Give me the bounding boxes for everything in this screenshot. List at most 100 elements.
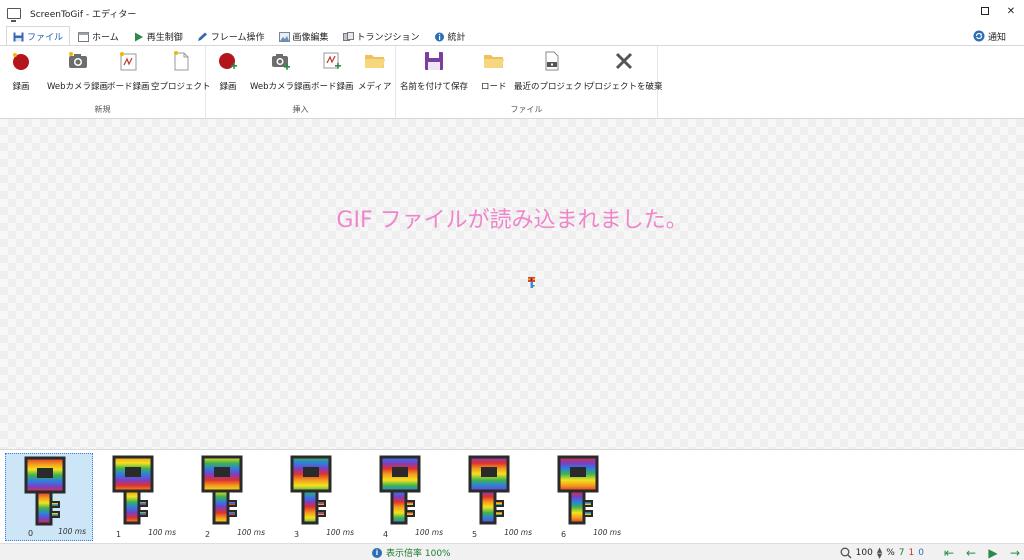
image-icon <box>278 31 290 42</box>
app-monitor-icon <box>7 7 21 22</box>
play-icon[interactable]: ▶ <box>984 546 1002 560</box>
frame-item[interactable]: 4 100 ms <box>361 453 449 541</box>
tab-playback[interactable]: 再生制御 <box>127 27 189 46</box>
tab-home[interactable]: ホーム <box>72 27 125 46</box>
group-new-label: 新規 <box>94 105 111 114</box>
recent-project-icon <box>545 51 559 71</box>
window-title: ScreenToGif - エディター <box>30 9 137 20</box>
selected-count: 1 <box>908 547 915 558</box>
key-thumbnail-icon <box>112 455 154 525</box>
insert-board-button[interactable]: ボード録画 <box>311 50 354 92</box>
key-thumbnail-icon <box>201 455 243 525</box>
frame-item[interactable]: 0 100 ms <box>5 453 93 541</box>
insert-webcam-button[interactable]: Webカメラ録画 <box>250 50 311 92</box>
tab-statistics[interactable]: 統計 <box>428 27 472 46</box>
new-board-label: ボード録画 <box>107 82 150 92</box>
frame-count: 7 <box>898 547 905 558</box>
group-file: 名前を付けて保存 ロード 最近のプロジェクト プロジェクトを破棄 ファイル <box>396 46 663 118</box>
new-webcam-button[interactable]: Webカメラ録画 <box>47 50 108 92</box>
recent-projects-button[interactable]: 最近のプロジェクト <box>514 50 591 92</box>
camera-plus-icon <box>271 54 290 70</box>
frame-item[interactable]: 6 100 ms <box>539 453 627 541</box>
tab-frames-label: フレーム操作 <box>210 33 265 43</box>
tab-file[interactable]: ファイル <box>6 26 71 46</box>
zoom-status: i 表示倍率 100% <box>372 546 451 559</box>
new-recording-button[interactable]: 録画 <box>10 50 32 92</box>
load-button[interactable]: ロード <box>481 50 507 92</box>
preview-canvas[interactable]: GIF ファイルが読み込まれました。 <box>0 119 1024 449</box>
next-frame-icon[interactable]: → <box>1006 546 1024 560</box>
window-icon <box>78 31 90 42</box>
ribbon-tabs: ファイル ホーム 再生制御 フレーム操作 画像編集 トランジション 統計 通知 <box>0 26 1024 46</box>
frame-number: 2 <box>205 530 211 539</box>
new-webcam-label: Webカメラ録画 <box>47 82 109 92</box>
maximize-icon <box>981 7 989 15</box>
frame-duration: 100 ms <box>504 528 532 537</box>
new-board-button[interactable]: ボード録画 <box>107 50 150 92</box>
preview-key-icon <box>528 277 535 288</box>
frame-number: 4 <box>383 530 389 539</box>
magnifier-icon <box>840 547 852 559</box>
frame-duration: 100 ms <box>326 528 354 537</box>
frame-duration: 100 ms <box>237 528 265 537</box>
insert-webcam-label: Webカメラ録画 <box>250 82 312 92</box>
insert-media-button[interactable]: メディア <box>358 50 391 92</box>
record-icon <box>13 53 29 70</box>
group-insert-label: 挿入 <box>292 105 309 114</box>
frame-item[interactable]: 5 100 ms <box>450 453 538 541</box>
frame-number: 6 <box>561 530 567 539</box>
group-insert: 録画 Webカメラ録画 ボード録画 メディア 挿入 <box>206 46 396 118</box>
selected-index: 0 <box>918 547 924 558</box>
frame-item[interactable]: 1 100 ms <box>94 453 182 541</box>
tab-statistics-label: 統計 <box>447 33 466 43</box>
frame-item[interactable]: 3 100 ms <box>272 453 360 541</box>
key-thumbnail-icon <box>379 455 421 525</box>
insert-recording-label: 録画 <box>219 82 237 92</box>
first-frame-icon[interactable]: ⇤ <box>940 546 958 560</box>
frame-strip: 0 100 ms 1 100 ms 2 100 ms 3 100 ms 4 10… <box>0 449 1024 543</box>
close-x-icon <box>616 52 633 70</box>
blank-page-icon <box>173 51 189 71</box>
play-icon <box>134 32 143 41</box>
status-right-controls: 100 ▲ ▼ % 7 1 0 ⇤ ← ▶ → <box>840 545 1024 560</box>
tab-frames[interactable]: フレーム操作 <box>191 27 271 46</box>
notifications-button[interactable]: 通知 <box>973 30 1006 43</box>
tab-image[interactable]: 画像編集 <box>273 27 335 46</box>
frame-number: 3 <box>294 530 300 539</box>
frame-number: 0 <box>28 529 34 538</box>
window-controls: ✕ <box>972 0 1024 22</box>
frame-number: 5 <box>472 530 478 539</box>
transition-icon <box>342 31 354 41</box>
save-as-button[interactable]: 名前を付けて保存 <box>400 50 468 92</box>
insert-recording-button[interactable]: 録画 <box>217 50 239 92</box>
tab-file-label: ファイル <box>27 33 64 43</box>
new-empty-project-label: 空プロジェクト <box>151 82 211 92</box>
previous-frame-icon[interactable]: ← <box>962 546 980 560</box>
floppy-disk-icon <box>13 32 24 41</box>
info-icon: i <box>372 547 382 558</box>
key-thumbnail-icon <box>24 456 66 526</box>
key-thumbnail-icon <box>468 455 510 525</box>
key-thumbnail-icon <box>557 455 599 525</box>
group-new: 録画 Webカメラ録画 ボード録画 空プロジェクト 新規 <box>0 46 211 118</box>
board-icon <box>120 52 137 71</box>
pencil-icon <box>197 32 207 41</box>
zoom-value[interactable]: 100 <box>856 548 873 558</box>
zoom-status-text: 表示倍率 100% <box>386 549 451 559</box>
tab-transitions[interactable]: トランジション <box>337 27 426 46</box>
frame-duration: 100 ms <box>415 528 443 537</box>
frame-item[interactable]: 2 100 ms <box>183 453 271 541</box>
tab-home-label: ホーム <box>92 33 119 43</box>
close-button[interactable]: ✕ <box>998 0 1024 22</box>
new-empty-project-button[interactable]: 空プロジェクト <box>151 50 211 92</box>
board-plus-icon <box>323 52 342 69</box>
zoom-stepper-icon[interactable]: ▲ ▼ <box>877 546 882 559</box>
frame-duration: 100 ms <box>593 528 621 537</box>
maximize-button[interactable] <box>972 0 998 22</box>
load-label: ロード <box>481 82 507 92</box>
notifications-label: 通知 <box>987 32 1006 43</box>
status-bar: i 表示倍率 100% 100 ▲ ▼ % 7 1 0 ⇤ ← ▶ → <box>0 543 1024 560</box>
new-recording-label: 録画 <box>12 82 30 92</box>
record-plus-icon <box>219 53 237 69</box>
discard-project-button[interactable]: プロジェクトを破棄 <box>586 50 663 92</box>
